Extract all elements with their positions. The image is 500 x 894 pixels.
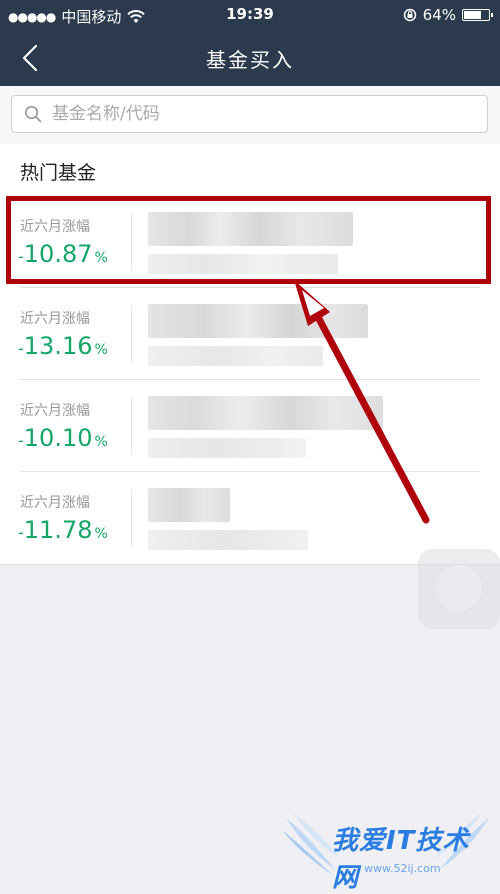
fund-metric-label: 近六月涨幅 <box>20 403 90 419</box>
annotation-arrow-icon <box>294 280 430 524</box>
fund-name-blurred <box>148 488 230 522</box>
fund-return-value: 10.10 <box>23 424 93 452</box>
row-divider <box>131 490 132 546</box>
row-divider <box>131 398 132 454</box>
page-title: 基金买入 <box>206 48 294 72</box>
search-input[interactable] <box>50 103 454 125</box>
watermark-url: www.52ij.com <box>364 862 441 875</box>
watermark: 我爱IT技术网 www.52ij.com <box>280 810 495 893</box>
fund-return-unit: % <box>94 434 108 450</box>
rotation-lock-icon <box>403 8 416 22</box>
fund-code-blurred <box>148 530 308 550</box>
search-icon <box>24 105 42 123</box>
status-right: 64% <box>403 6 493 24</box>
search-bar <box>0 86 500 145</box>
fund-return: -13.16% <box>18 332 108 360</box>
battery-icon <box>462 9 493 21</box>
fund-return: -10.10% <box>18 424 108 452</box>
assistive-touch-button[interactable] <box>418 549 500 629</box>
fund-return-value: 13.16 <box>23 332 93 360</box>
fund-metric-label: 近六月涨幅 <box>20 311 90 327</box>
fund-return: -11.78% <box>18 516 108 544</box>
section-title: 热门基金 <box>20 162 97 184</box>
nav-bar: 基金买入 <box>0 30 500 86</box>
fund-return-unit: % <box>94 342 108 358</box>
watermark-text: 我爱IT技术网 <box>332 826 470 893</box>
row-divider <box>131 306 132 362</box>
header: ●●●●● 中国移动 19:39 64% 基金买入 <box>0 0 500 86</box>
fund-return-unit: % <box>94 526 108 542</box>
status-bar: ●●●●● 中国移动 19:39 64% <box>0 0 500 30</box>
fund-return-value: 11.78 <box>23 516 93 544</box>
fund-metric-label: 近六月涨幅 <box>20 495 90 511</box>
highlight-box <box>6 196 491 284</box>
assistive-touch-icon <box>436 565 482 611</box>
battery-percent: 64% <box>422 6 456 24</box>
search-box[interactable] <box>11 95 488 133</box>
